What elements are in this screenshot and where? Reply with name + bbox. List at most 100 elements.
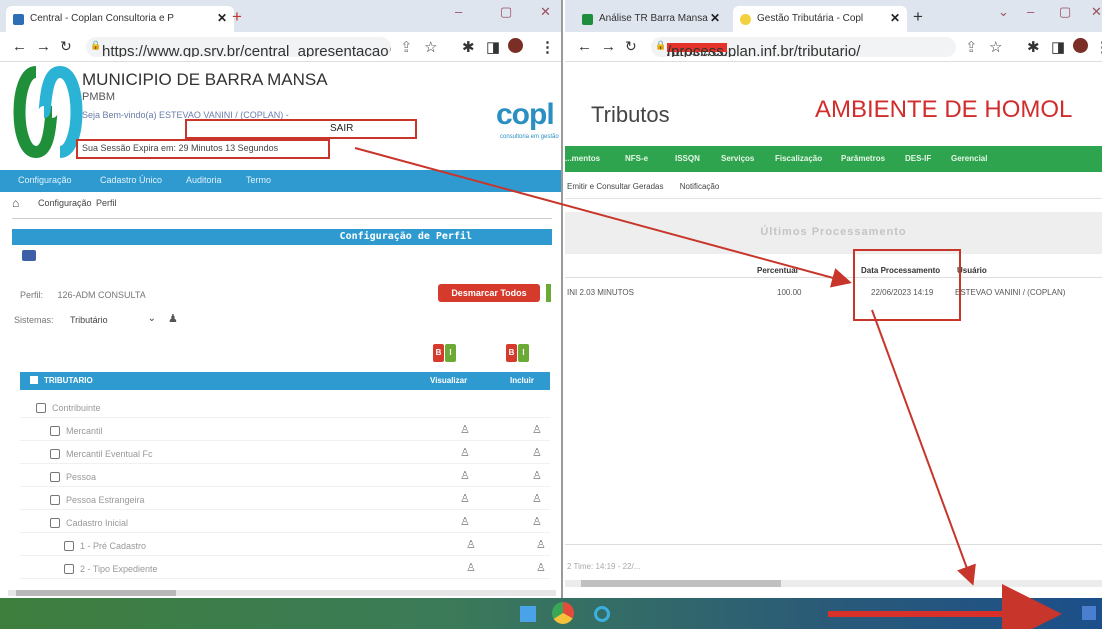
close-window-icon[interactable]: ✕ <box>1091 4 1102 20</box>
menu-dots-icon[interactable]: ⋮ <box>1095 38 1102 56</box>
badge-b-icon[interactable]: B <box>506 344 517 362</box>
start-button-icon[interactable] <box>520 606 536 622</box>
maximize-icon[interactable]: ▢ <box>1059 4 1071 20</box>
edge-taskbar-icon[interactable] <box>594 606 610 622</box>
lock-icon[interactable]: ♙ <box>532 446 542 459</box>
chrome-taskbar-icon[interactable] <box>552 602 574 624</box>
brand-tagline: consultoria em gestão <box>500 134 559 140</box>
maximize-icon[interactable]: ▢ <box>500 4 512 20</box>
checkbox-icon[interactable] <box>64 564 74 574</box>
lock-icon[interactable]: ♙ <box>466 538 476 551</box>
menu-dots-icon[interactable]: ⋮ <box>540 38 555 56</box>
monitor-icon[interactable] <box>22 250 36 261</box>
lock-icon[interactable]: ♙ <box>532 423 542 436</box>
lock-icon[interactable]: ♙ <box>460 492 470 505</box>
lock-icon[interactable]: ♙ <box>466 561 476 574</box>
horizontal-scrollbar[interactable] <box>565 580 1102 587</box>
checkbox-icon[interactable] <box>50 495 60 505</box>
system-select[interactable]: Tributário ⌄ <box>66 312 158 328</box>
menu-item-termo[interactable]: Termo <box>246 175 271 185</box>
municipality-name: MUNICIPIO DE BARRA MANSA <box>82 70 328 89</box>
menu-item-auditoria[interactable]: Auditoria <box>186 175 222 185</box>
url-field[interactable]: 🔒 https://www.gp.srv.br/central_apresenta… <box>86 37 391 57</box>
nav-item-gerencial[interactable]: Gerencial <box>951 154 987 163</box>
tab-title: Gestão Tributária - Copl <box>757 13 864 24</box>
close-tab-icon[interactable]: ✕ <box>890 11 900 25</box>
breadcrumb-perfil[interactable]: Perfil <box>96 198 117 208</box>
nav-item-nfse[interactable]: NFS-e <box>625 154 648 163</box>
breadcrumb-configuracao[interactable]: Configuração <box>38 198 92 208</box>
lock-icon[interactable]: ♙ <box>532 469 542 482</box>
lock-icon[interactable]: ♙ <box>460 515 470 528</box>
tab-gestao-tributaria[interactable]: Gestão Tributária - Copl ✕ <box>733 6 907 32</box>
horizontal-scrollbar[interactable] <box>8 590 556 596</box>
bookmark-star-icon[interactable]: ☆ <box>989 38 1002 56</box>
sidepanel-icon[interactable]: ◨ <box>1051 38 1065 56</box>
subnav-emitir[interactable]: Emitir e Consultar Geradas <box>567 182 663 191</box>
close-tab-icon[interactable]: ✕ <box>710 11 720 25</box>
checkbox-icon[interactable] <box>50 426 60 436</box>
extensions-icon[interactable]: ✱ <box>1027 38 1040 56</box>
profile-avatar[interactable] <box>508 38 523 53</box>
share-icon[interactable]: ⇪ <box>400 38 413 56</box>
extensions-icon[interactable]: ✱ <box>462 38 475 56</box>
search-icon[interactable]: ♟ <box>168 312 178 325</box>
checkbox-icon[interactable] <box>50 449 60 459</box>
badge-i-icon[interactable]: I <box>445 344 456 362</box>
checkbox-icon[interactable] <box>64 541 74 551</box>
reload-icon[interactable]: ↻ <box>625 38 637 55</box>
notification-icon[interactable] <box>1082 606 1096 620</box>
close-window-icon[interactable]: ✕ <box>540 4 551 20</box>
tab-search-icon[interactable]: ⌄ <box>998 4 1009 20</box>
new-tab-icon[interactable]: + <box>913 7 923 27</box>
nav-item-servicos[interactable]: Serviços <box>721 154 754 163</box>
nav-item-desif[interactable]: DES-IF <box>905 154 931 163</box>
lock-icon[interactable]: ♙ <box>536 538 546 551</box>
sidepanel-icon[interactable]: ◨ <box>486 38 500 56</box>
nav-item-parametros[interactable]: Parâmetros <box>841 154 885 163</box>
scrollbar-thumb[interactable] <box>581 580 781 587</box>
home-icon[interactable]: ⌂ <box>12 196 19 210</box>
minimize-icon[interactable]: – <box>455 4 462 19</box>
column-header-user: Usuário <box>957 266 987 275</box>
nav-item-documentos[interactable]: ...mentos <box>565 154 600 163</box>
new-tab-icon[interactable]: + <box>232 7 242 27</box>
url-field[interactable]: 🔒 https://coplan.inf.br/tributario/ /pro… <box>651 37 956 57</box>
checkbox-icon[interactable] <box>36 403 46 413</box>
badge-i-icon[interactable]: I <box>518 344 529 362</box>
reload-icon[interactable]: ↻ <box>60 38 72 55</box>
checkbox-icon[interactable] <box>50 518 60 528</box>
checkbox-icon[interactable] <box>30 376 38 384</box>
forward-icon[interactable]: → <box>601 38 616 55</box>
forward-icon[interactable]: → <box>36 38 51 55</box>
menu-item-cadastro-unico[interactable]: Cadastro Único <box>100 175 162 185</box>
action-button-green[interactable] <box>546 284 551 302</box>
nav-item-issqn[interactable]: ISSQN <box>675 154 700 163</box>
logout-link[interactable]: SAIR <box>330 123 353 134</box>
lock-icon[interactable]: ♙ <box>460 446 470 459</box>
back-icon[interactable]: ← <box>577 38 592 55</box>
table-row: 2 - Tipo Expediente ♙ ♙ <box>20 559 550 579</box>
tab-analise[interactable]: Análise TR Barra Mansa ✕ <box>575 6 727 32</box>
bookmark-star-icon[interactable]: ☆ <box>424 38 437 56</box>
deselect-all-button[interactable]: Desmarcar Todos <box>438 284 540 302</box>
close-tab-icon[interactable]: ✕ <box>217 11 227 25</box>
lock-icon[interactable]: ♙ <box>532 492 542 505</box>
tab-central-coplan[interactable]: Central - Coplan Consultoria e P ✕ <box>6 6 234 32</box>
lock-icon[interactable]: ♙ <box>536 561 546 574</box>
row-label: Pessoa Estrangeira <box>66 495 145 505</box>
subnav-notificacao[interactable]: Notificação <box>680 182 720 191</box>
table-header-title: TRIBUTARIO <box>44 376 93 385</box>
share-icon[interactable]: ⇪ <box>965 38 978 56</box>
scrollbar-thumb[interactable] <box>16 590 176 596</box>
back-icon[interactable]: ← <box>12 38 27 55</box>
lock-icon[interactable]: ♙ <box>532 515 542 528</box>
badge-b-icon[interactable]: B <box>433 344 444 362</box>
lock-icon[interactable]: ♙ <box>460 423 470 436</box>
menu-item-configuracao[interactable]: Configuração <box>18 175 72 185</box>
profile-avatar[interactable] <box>1073 38 1088 53</box>
checkbox-icon[interactable] <box>50 472 60 482</box>
nav-item-fiscalizacao[interactable]: Fiscalização <box>775 154 822 163</box>
lock-icon[interactable]: ♙ <box>460 469 470 482</box>
minimize-icon[interactable]: – <box>1027 4 1034 19</box>
